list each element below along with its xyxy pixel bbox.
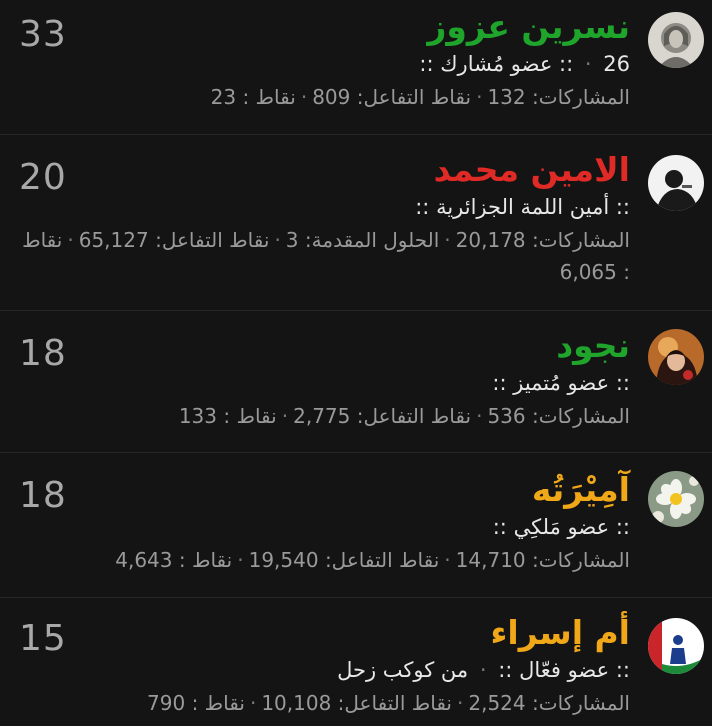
member-title: :: عضو مُتميز :: <box>492 371 630 395</box>
member-title: :: عضو فعّال :: · من كوكب زحل <box>337 658 630 682</box>
username-link[interactable]: الامين محمد <box>20 149 630 191</box>
username-link[interactable]: آمِيْرَتُه <box>20 469 630 511</box>
member-row: أم إسراء :: عضو فعّال :: · من كوكب زحل ا… <box>0 598 712 726</box>
score-count: 18 <box>19 475 67 516</box>
child-photo-icon[interactable] <box>648 329 704 385</box>
member-info: آمِيْرَتُه :: عضو مَلكِي :: المشاركات: 1… <box>20 469 630 576</box>
member-row: آمِيْرَتُه :: عضو مَلكِي :: المشاركات: 1… <box>0 453 712 598</box>
member-stats: المشاركات: 14,710·نقاط التفاعل: 19,540·ن… <box>115 548 630 572</box>
member-info: نجود :: عضو مُتميز :: المشاركات: 536·نقا… <box>20 325 630 432</box>
member-stats: المشاركات: 132·نقاط التفاعل: 809·نقاط : … <box>210 85 630 109</box>
username-link[interactable]: نسرين عزوز <box>20 6 630 48</box>
member-row: الامين محمد :: أمين اللمة الجزائرية :: ا… <box>0 135 712 311</box>
username-link[interactable]: نجود <box>20 325 630 367</box>
score-count: 20 <box>19 157 67 198</box>
score-count: 15 <box>19 618 67 659</box>
username-link[interactable]: أم إسراء <box>20 612 630 654</box>
member-stats: المشاركات: 2,524·نقاط التفاعل: 10,108·نق… <box>147 691 630 715</box>
score-count: 33 <box>19 14 67 55</box>
member-info: الامين محمد :: أمين اللمة الجزائرية :: ا… <box>20 149 630 288</box>
score-count: 18 <box>19 333 67 374</box>
flower-icon[interactable] <box>648 471 704 527</box>
member-title: :: عضو مَلكِي :: <box>492 515 630 539</box>
member-title: 26 · :: عضو مُشارك :: <box>419 52 630 76</box>
person-silhouette-icon[interactable] <box>648 155 704 211</box>
member-row: نجود :: عضو مُتميز :: المشاركات: 536·نقا… <box>0 311 712 453</box>
warrior-portrait-icon[interactable] <box>648 12 704 68</box>
member-info: أم إسراء :: عضو فعّال :: · من كوكب زحل ا… <box>20 612 630 719</box>
member-row: نسرين عزوز 26 · :: عضو مُشارك :: المشارك… <box>0 0 712 135</box>
member-stats: المشاركات: 536·نقاط التفاعل: 2,775·نقاط … <box>178 404 630 428</box>
member-info: نسرين عزوز 26 · :: عضو مُشارك :: المشارك… <box>20 6 630 113</box>
member-stats: المشاركات: 20,178·الحلول المقدمة: 3·نقاط… <box>22 228 630 284</box>
member-title: :: أمين اللمة الجزائرية :: <box>415 195 630 219</box>
palestine-flag-icon[interactable] <box>648 618 704 674</box>
